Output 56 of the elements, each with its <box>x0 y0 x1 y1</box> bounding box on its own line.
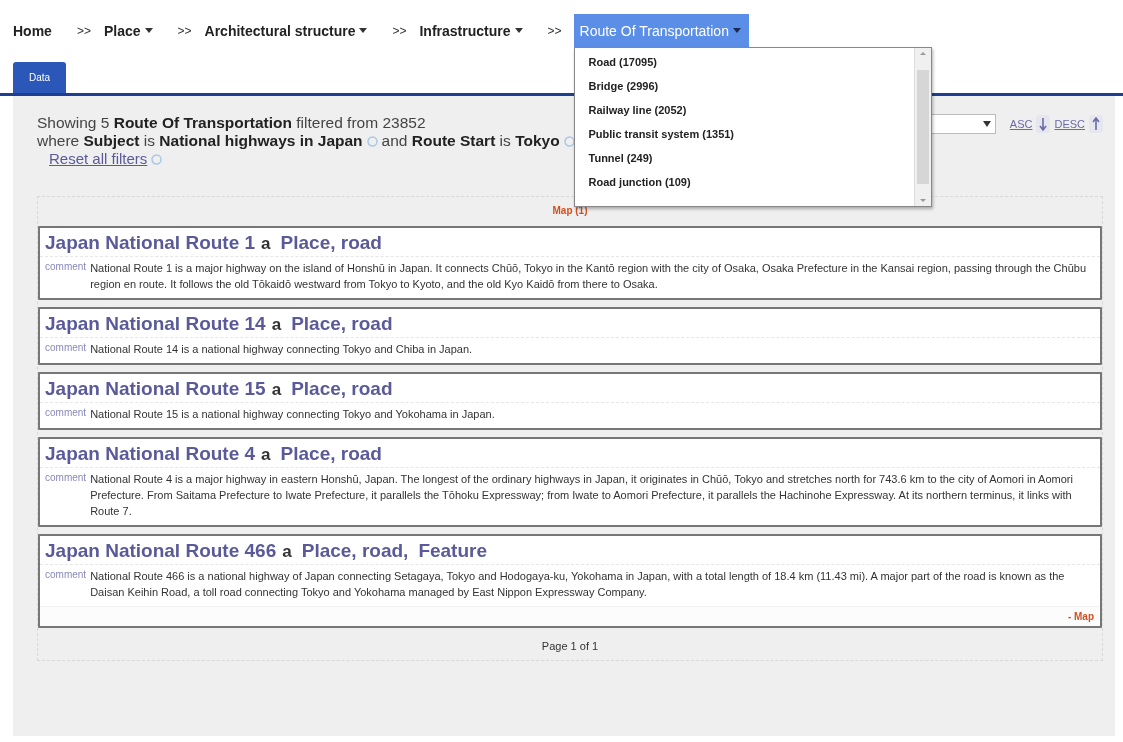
breadcrumb-separator: >> <box>392 23 407 38</box>
type-link[interactable]: Feature <box>418 540 487 562</box>
result-title-link[interactable]: Japan National Route 1 <box>45 232 256 254</box>
info-icon <box>563 135 575 147</box>
type-link[interactable]: Place, road <box>291 378 393 400</box>
menu-item[interactable]: Public transit system (1351) <box>588 125 735 144</box>
arrow-up-icon <box>1089 115 1103 133</box>
type-link[interactable]: Place, road, <box>301 540 409 562</box>
breadcrumb-item[interactable]: Infrastructure <box>418 14 524 47</box>
breadcrumb-item[interactable]: Architectural structure <box>203 14 369 47</box>
tab[interactable]: Data <box>13 62 67 93</box>
filter-text: where Subject is National highways in Japan <box>37 132 363 150</box>
result-title-link[interactable]: Japan National Route 14 <box>45 313 266 335</box>
comment-text: National Route 1 is a major highway on the island of Honshū in Japan. It connects Chūō, Tokyo in the Kantō region with the city of Osaka, Osaka Prefecture in the Kansai region, passing through the Chūbu region en route. It follows the old Tōkaidō westward from Tokyo to Kyoto, and the old Kyo Kaidō from there to Osaka. <box>90 261 1086 292</box>
type-link[interactable]: Place, road <box>280 232 382 254</box>
page-indicator: Page 1 of 1 <box>541 639 599 654</box>
menu-item[interactable]: Road junction (109) <box>588 173 691 192</box>
info-icon <box>151 153 163 165</box>
type-marker: a <box>261 445 271 465</box>
type-marker: a <box>271 315 282 335</box>
sort-asc-link[interactable]: ASC <box>1009 118 1033 130</box>
scrollbar[interactable] <box>913 48 931 206</box>
type-marker: a <box>282 542 292 562</box>
type-marker: a <box>261 234 271 254</box>
comment-label: comment <box>45 471 87 485</box>
result-title-link[interactable]: Japan National Route 466 <box>45 540 277 562</box>
breadcrumb-separator: >> <box>177 23 192 38</box>
arrow-down-icon <box>1036 115 1051 133</box>
menu-item[interactable]: Tunnel (249) <box>588 149 653 168</box>
breadcrumb-separator: >> <box>547 23 562 38</box>
comment-text: National Route 466 is a national highway of Japan connecting Setagaya, Tokyo and Hodogaya-ku, Yokohama in Japan, with a total length of 18.4 km (11.43 mi). A major part of the road is known as the Daisan Keihin Road, a toll road connecting Tokyo and Yokohama managed by East Nippon Expressway Company. <box>90 569 1066 600</box>
result-title-link[interactable]: Japan National Route 15 <box>45 378 266 400</box>
sort-desc-link[interactable]: DESC <box>1054 118 1085 130</box>
comment-label: comment <box>45 406 87 420</box>
reset-filters-link[interactable]: Reset all filters <box>49 150 148 168</box>
menu-item[interactable]: Railway line (2052) <box>588 101 687 120</box>
map-link[interactable]: - Map <box>1067 611 1094 622</box>
breadcrumb-item[interactable]: Place <box>102 14 154 47</box>
comment-label: comment <box>45 341 87 355</box>
type-link[interactable]: Place, road <box>280 443 382 465</box>
menu-item[interactable]: Road (17095) <box>588 53 657 72</box>
type-link[interactable]: Place, road <box>291 313 393 335</box>
comment-text: National Route 14 is a national highway connecting Tokyo and Chiba in Japan. <box>90 342 473 357</box>
comment-text: National Route 15 is a national highway connecting Tokyo and Yokohama in Japan. <box>90 407 495 422</box>
result-title-link[interactable]: Japan National Route 4 <box>45 443 256 465</box>
comment-label: comment <box>45 568 87 582</box>
breadcrumb-item[interactable]: Home <box>12 14 53 47</box>
menu-item[interactable]: Bridge (2996) <box>588 77 659 96</box>
breadcrumb-separator: >> <box>76 23 91 38</box>
comment-text: National Route 4 is a major highway in eastern Honshū, Japan. The longest of the ordinary highways in Japan, it originates in Chūō, Tokyo and stretches north for 743.6 km to the city of Aomori in Aomori Prefecture. From Saitama Prefecture to Iwate Prefecture, it parallels the Tōhoku Expressway; from Iwate to Aomori Prefecture, it parallels the Hachinohe Expressway. At its northern terminus, it links with Route 7. <box>90 472 1074 519</box>
comment-label: comment <box>45 260 87 274</box>
filter-text: and Route Start is Tokyo <box>381 132 560 150</box>
type-marker: a <box>271 380 282 400</box>
summary-text: Showing 5 Route Of Transportation filtered from 23852 <box>37 114 426 132</box>
dropdown-arrow-icon <box>982 120 991 128</box>
info-icon <box>366 135 378 147</box>
